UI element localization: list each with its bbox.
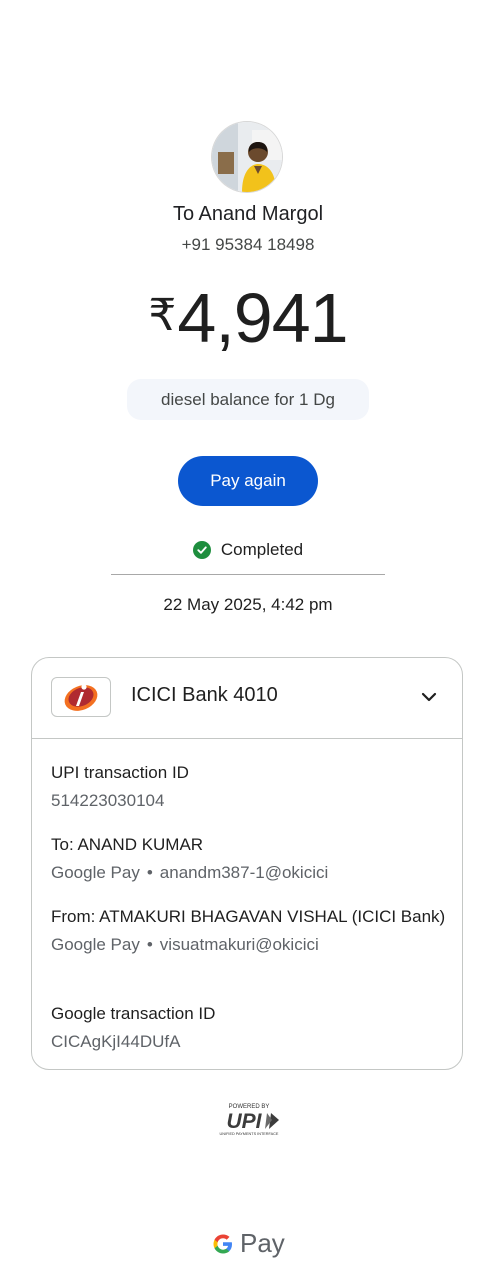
google-pay-logo: Pay: [210, 1228, 285, 1259]
to-section: To: ANAND KUMAR Google Pay • anandm387-1@o…: [51, 832, 448, 885]
payment-status: Completed: [0, 540, 496, 560]
upi-word: UPI: [226, 1110, 262, 1133]
profile-photo: [212, 122, 282, 192]
google-transaction-id[interactable]: CICAgKjI44DUfA: [51, 1029, 448, 1054]
google-transaction-label: Google transaction ID: [51, 1004, 216, 1023]
status-text: Completed: [220, 540, 304, 559]
recipient-avatar: [212, 122, 282, 192]
check-circle-icon: [192, 541, 211, 559]
separator-dot: •: [146, 863, 153, 882]
gpay-text: Pay: [240, 1228, 285, 1258]
status-divider: [111, 574, 385, 575]
to-upi-line: Google Pay • anandm387-1@okicici: [51, 860, 448, 885]
google-transaction-section: Google transaction ID CICAgKjI44DUfA: [51, 1001, 448, 1054]
recipient-phone: +91 95384 18498: [181, 235, 315, 254]
transaction-datetime: 22 May 2025, 4:42 pm: [163, 595, 333, 614]
upi-transaction-section: UPI transaction ID 514223030104: [51, 760, 448, 813]
recipient-name: To Anand Margol: [172, 203, 324, 225]
payment-note-text: diesel balance for 1 Dg: [161, 389, 335, 409]
pay-again-button[interactable]: Pay again: [178, 456, 318, 506]
to-upi-id: anandm387-1@okicici: [159, 863, 329, 882]
upi-transaction-label: UPI transaction ID: [51, 763, 189, 782]
from-app: Google Pay: [51, 935, 140, 954]
to-app: Google Pay: [51, 863, 140, 882]
chevron-down-icon[interactable]: [418, 686, 440, 708]
transaction-details-card: ICICI Bank 4010 UPI transaction ID 51422…: [31, 657, 463, 1070]
bank-name: ICICI Bank 4010: [131, 684, 278, 706]
payment-note: diesel balance for 1 Dg: [127, 379, 369, 420]
to-label: To: ANAND KUMAR: [51, 835, 204, 854]
separator-dot: •: [146, 935, 153, 954]
bank-account-row[interactable]: ICICI Bank 4010: [32, 658, 462, 739]
amount-value: 4,941: [177, 279, 348, 357]
payment-amount: ₹4,941: [0, 278, 496, 358]
from-upi-id: visuatmakuri@okicici: [159, 935, 319, 954]
from-label: From: ATMAKURI BHAGAVAN VISHAL (ICICI Ba…: [51, 907, 446, 926]
from-section: From: ATMAKURI BHAGAVAN VISHAL (ICICI Ba…: [51, 904, 448, 957]
from-upi-line: Google Pay • visuatmakuri@okicici: [51, 932, 448, 957]
upi-logo: POWERED BY UPI UNIFIED PAYMENTS INTERFAC…: [213, 1101, 285, 1137]
google-g-icon: [213, 1234, 232, 1253]
icici-logo-icon: [51, 677, 111, 717]
upi-subtitle: UNIFIED PAYMENTS INTERFACE: [220, 1132, 279, 1136]
upi-transaction-id[interactable]: 514223030104: [51, 788, 448, 813]
currency-symbol: ₹: [148, 291, 176, 340]
